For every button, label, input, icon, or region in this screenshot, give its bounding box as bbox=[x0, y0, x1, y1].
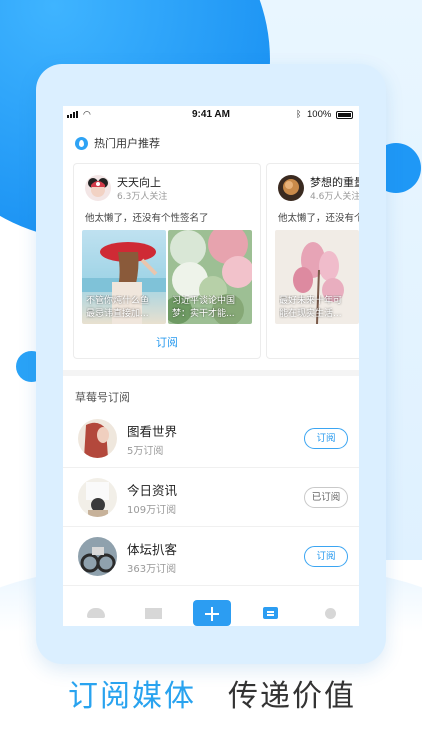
recommend-card[interactable]: 梦想的重量 4.6万人关注 他太懒了，还没有个性签名了 最好未来十年可 能在现 bbox=[266, 163, 359, 359]
recommend-followers: 6.3万人关注 bbox=[117, 192, 168, 202]
avatar bbox=[78, 478, 117, 517]
city-icon[interactable] bbox=[143, 604, 165, 620]
recommend-card[interactable]: 天天向上 6.3万人关注 他太懒了，还没有个性签名了 不管你炖什么鱼 最忌讳直接… bbox=[73, 163, 261, 359]
recommend-subscribe-button[interactable]: 订阅 bbox=[311, 334, 359, 350]
subscription-name: 今日资讯 bbox=[127, 483, 178, 498]
list-item[interactable]: 今日资讯 109万订阅 已订阅 bbox=[63, 468, 359, 527]
battery-icon bbox=[336, 111, 353, 119]
tab-bar bbox=[63, 600, 359, 626]
subscription-count: 363万订阅 bbox=[127, 564, 177, 575]
article-thumbnail[interactable]: 最好未来十年可 能在现实生活... bbox=[275, 230, 359, 324]
app-screen: ◠ 9:41 AM ᛒ 100% 热门用户推荐 天天向上 6.3万人关注 他太懒… bbox=[63, 106, 359, 626]
avatar bbox=[278, 175, 304, 201]
subscribe-button[interactable]: 订阅 bbox=[304, 546, 348, 567]
subscriptions-title: 草莓号订阅 bbox=[75, 391, 130, 404]
hot-flame-icon bbox=[75, 136, 88, 150]
thumbnail-caption: 最好未来十年可 能在现实生活... bbox=[279, 296, 343, 319]
recommend-carousel[interactable]: 天天向上 6.3万人关注 他太懒了，还没有个性签名了 不管你炖什么鱼 最忌讳直接… bbox=[73, 163, 359, 361]
thumbnail-caption: 习近平谈论中国 梦：实干才能... bbox=[172, 296, 236, 319]
hot-users-header: 热门用户推荐 bbox=[75, 133, 160, 153]
section-divider bbox=[63, 370, 359, 376]
recommend-name: 梦想的重量 bbox=[310, 176, 359, 189]
bluetooth-icon: ᛒ bbox=[296, 109, 302, 119]
subscription-list: 图看世界 5万订阅 订阅 今日资讯 109万订阅 已订阅 体坛扒客 363万订阅… bbox=[63, 409, 359, 586]
add-icon[interactable] bbox=[193, 600, 231, 626]
subscribed-button[interactable]: 已订阅 bbox=[304, 487, 348, 508]
tagline-right: 传递价值 bbox=[228, 679, 356, 714]
status-bar: ◠ 9:41 AM ᛒ 100% bbox=[63, 106, 359, 124]
subscription-name: 体坛扒客 bbox=[127, 542, 178, 557]
recommend-followers: 4.6万人关注 bbox=[310, 192, 359, 202]
thumbnail-caption: 不管你炖什么鱼 最忌讳直接加... bbox=[86, 296, 150, 319]
promo-screen: ◠ 9:41 AM ᛒ 100% 热门用户推荐 天天向上 6.3万人关注 他太懒… bbox=[0, 0, 422, 750]
home-icon[interactable] bbox=[85, 604, 107, 620]
battery-percent: 100% bbox=[307, 109, 332, 120]
recommend-bio: 他太懒了，还没有个性签名了 bbox=[278, 213, 359, 224]
recommend-name: 天天向上 bbox=[117, 176, 161, 189]
article-thumbnail[interactable]: 习近平谈论中国 梦：实干才能... bbox=[168, 230, 252, 324]
avatar bbox=[78, 537, 117, 576]
subscription-count: 5万订阅 bbox=[127, 446, 164, 457]
article-thumbnail[interactable]: 不管你炖什么鱼 最忌讳直接加... bbox=[82, 230, 166, 324]
subscribe-icon[interactable] bbox=[260, 604, 282, 620]
tagline-left: 订阅媒体 bbox=[68, 679, 196, 714]
avatar bbox=[85, 175, 111, 201]
subscription-count: 109万订阅 bbox=[127, 505, 177, 516]
recommend-bio: 他太懒了，还没有个性签名了 bbox=[85, 213, 209, 224]
subscribe-button[interactable]: 订阅 bbox=[304, 428, 348, 449]
avatar bbox=[78, 419, 117, 458]
recommend-subscribe-button[interactable]: 订阅 bbox=[74, 334, 260, 350]
hot-users-title: 热门用户推荐 bbox=[94, 137, 160, 150]
subscription-name: 图看世界 bbox=[127, 424, 178, 439]
list-item[interactable]: 体坛扒客 363万订阅 订阅 bbox=[63, 527, 359, 586]
profile-icon[interactable] bbox=[320, 604, 342, 620]
list-item[interactable]: 图看世界 5万订阅 订阅 bbox=[63, 409, 359, 468]
